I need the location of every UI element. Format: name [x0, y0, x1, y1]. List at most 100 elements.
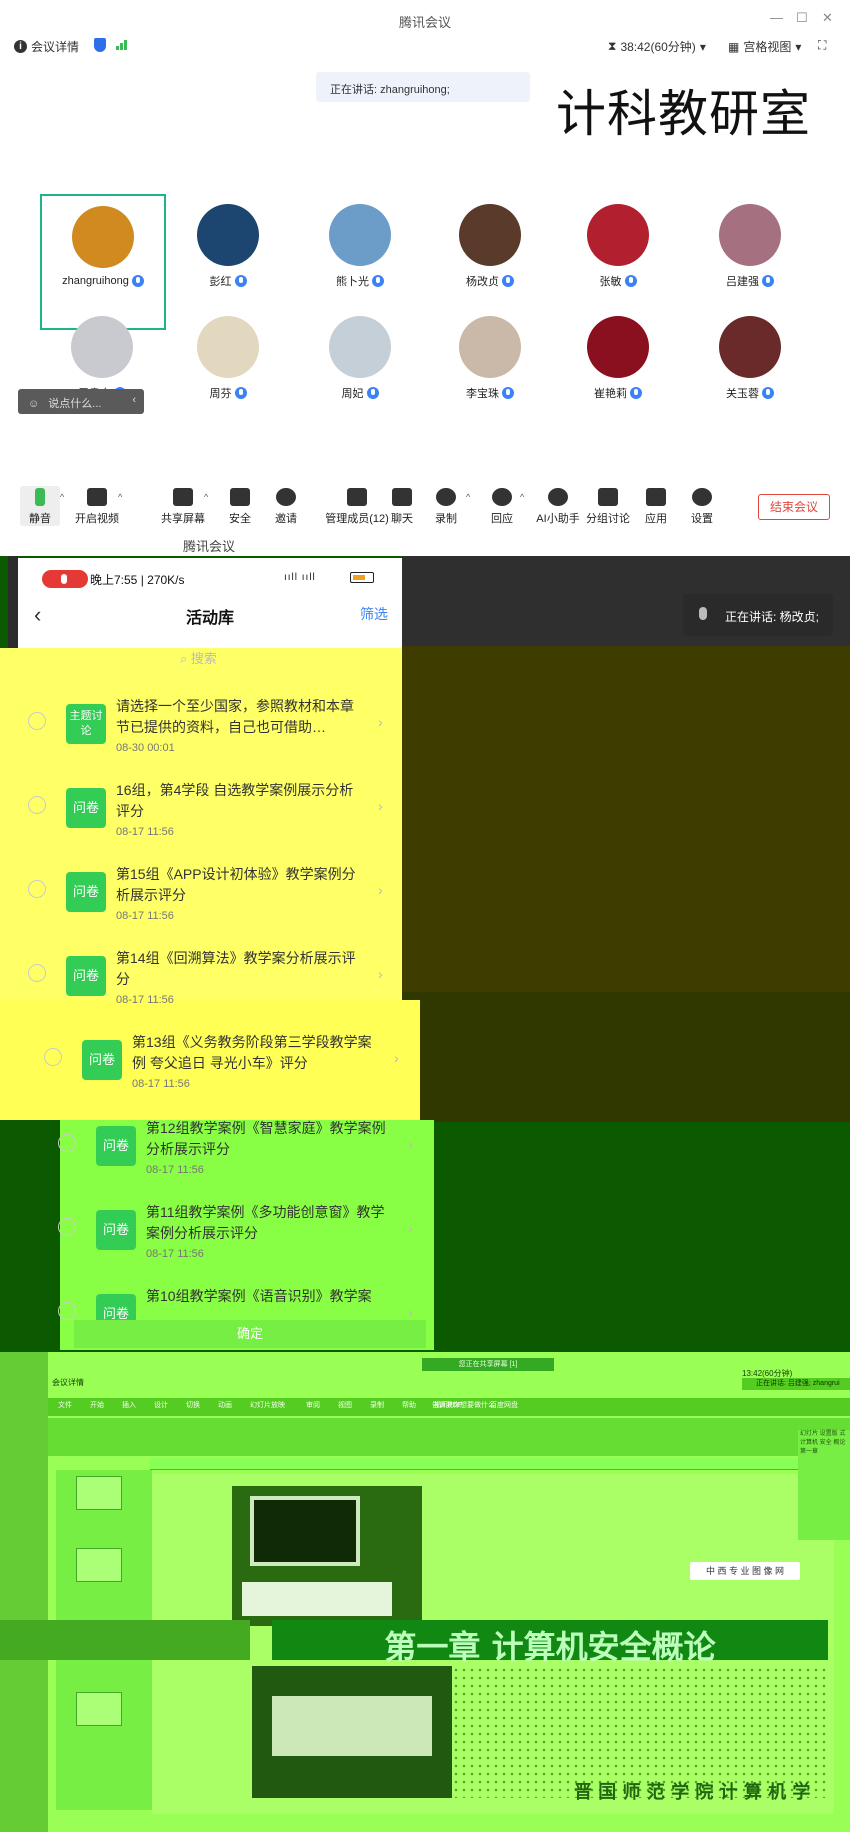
- ppt-tab[interactable]: 动画: [218, 1400, 232, 1410]
- microphone-icon: [372, 275, 384, 287]
- activity-item[interactable]: 问卷 16组，第4学段 自选教学案例展示分析评分 08-17 11:56 ›: [28, 780, 400, 846]
- chevron-up-icon[interactable]: ^: [204, 492, 208, 502]
- ppt-tab[interactable]: 设计: [154, 1400, 168, 1410]
- emoji-icon: [492, 488, 512, 506]
- activity-title: 第14组《回溯算法》教学案分析展示评分: [116, 950, 356, 987]
- activity-type-badge: 问卷: [66, 956, 106, 996]
- fullscreen-button[interactable]: ⛶: [818, 38, 826, 53]
- chevron-up-icon[interactable]: ^: [118, 492, 122, 502]
- ppt-tab[interactable]: 文件: [58, 1400, 72, 1410]
- computer-photo: [232, 1486, 422, 1626]
- phone-search-input[interactable]: ⌕ 搜索: [180, 648, 217, 667]
- shield-icon: [94, 38, 106, 52]
- render-artifact: [0, 1352, 48, 1832]
- participant-tile[interactable]: 杨改贞: [430, 204, 550, 289]
- activity-item[interactable]: 问卷 第11组教学案例《多功能创意窗》教学案例分析展示评分 08-17 11:56 ›: [58, 1202, 430, 1268]
- breakout-button[interactable]: 分组讨论: [586, 486, 630, 526]
- collapse-chevron-icon[interactable]: ‹: [132, 394, 136, 406]
- chat-input[interactable]: ☺ 说点什么... ‹: [18, 389, 144, 414]
- select-radio[interactable]: [28, 880, 46, 898]
- campus-photo: [252, 1666, 452, 1798]
- participant-tile[interactable]: 崔艳莉: [558, 316, 678, 401]
- meeting-info-label: 会议详情: [31, 40, 80, 54]
- participant-tile[interactable]: 彭红: [168, 204, 288, 289]
- slide-thumbnail[interactable]: [76, 1476, 122, 1510]
- select-radio[interactable]: [28, 964, 46, 982]
- participant-name-row: 吕建强: [690, 273, 810, 289]
- view-mode-dropdown[interactable]: ▦ 宫格视图 ▾: [728, 38, 801, 55]
- participant-tile[interactable]: 李宝珠: [430, 316, 550, 401]
- network-status[interactable]: [116, 38, 127, 50]
- phone-signal-icon: ııll ııll: [284, 572, 316, 583]
- ppt-tab[interactable]: 幻灯片放映: [250, 1400, 285, 1410]
- window-title: 腾讯会议: [398, 15, 451, 30]
- ppt-search-hint[interactable]: 告诉我你想要做什么: [432, 1400, 495, 1410]
- avatar: [71, 316, 133, 378]
- activity-item[interactable]: 问卷 第14组《回溯算法》教学案分析展示评分 08-17 11:56 ›: [28, 948, 400, 1014]
- apps-button[interactable]: 应用: [640, 486, 672, 526]
- ppt-tab[interactable]: 审阅: [306, 1400, 320, 1410]
- select-radio[interactable]: [58, 1218, 76, 1236]
- participant-tile[interactable]: zhangruihong: [40, 194, 166, 330]
- chevron-up-icon[interactable]: ^: [466, 492, 470, 502]
- ai-assistant-button[interactable]: AI小助手: [536, 486, 580, 526]
- video-button[interactable]: 开启视频: [72, 486, 122, 526]
- mute-button[interactable]: 静音: [20, 486, 60, 526]
- select-radio[interactable]: [58, 1302, 76, 1320]
- meeting-timer[interactable]: ⧗ 38:42(60分钟) ▾: [608, 38, 706, 55]
- maximize-icon[interactable]: ☐: [796, 10, 808, 26]
- ppt-tab[interactable]: 开始: [90, 1400, 104, 1410]
- right-speaking-indicator: 正在讲话: 杨改贞;: [683, 594, 833, 636]
- meeting-info-button[interactable]: i 会议详情: [14, 38, 79, 55]
- chevron-up-icon[interactable]: ^: [60, 492, 64, 502]
- participant-name: 周妃: [341, 388, 364, 400]
- participant-tile[interactable]: 张敏: [558, 204, 678, 289]
- participant-tile[interactable]: 周芬: [168, 316, 288, 401]
- ppt-tab[interactable]: 插入: [122, 1400, 136, 1410]
- invite-button[interactable]: 邀请: [268, 486, 304, 526]
- ppt-tab[interactable]: 视图: [338, 1400, 352, 1410]
- activity-type-badge: 问卷: [96, 1126, 136, 1166]
- select-radio[interactable]: [28, 712, 46, 730]
- react-button[interactable]: 回应: [484, 486, 520, 526]
- ppt-tab[interactable]: 帮助: [402, 1400, 416, 1410]
- ppt-tab[interactable]: 切换: [186, 1400, 200, 1410]
- slide-thumbnail[interactable]: [76, 1548, 122, 1582]
- confirm-button[interactable]: 确定: [74, 1320, 426, 1348]
- security-button[interactable]: 安全: [222, 486, 258, 526]
- select-radio[interactable]: [44, 1048, 62, 1066]
- select-radio[interactable]: [58, 1134, 76, 1152]
- activity-item[interactable]: 主题讨论 请选择一个至少国家，参照教材和本章节已提供的资料，自己也可借助… 08-3…: [28, 696, 400, 762]
- activity-item[interactable]: 问卷 第15组《APP设计初体验》教学案例分析展示评分 08-17 11:56 ›: [28, 864, 400, 930]
- close-icon[interactable]: ✕: [822, 10, 833, 26]
- recording-indicator-icon: [42, 570, 88, 588]
- slide-thumbnail[interactable]: [76, 1692, 122, 1726]
- participant-tile[interactable]: 周妃: [300, 316, 420, 401]
- chat-placeholder: 说点什么...: [48, 398, 102, 410]
- filter-button[interactable]: 筛选: [360, 604, 388, 624]
- microphone-icon: [366, 387, 379, 399]
- activity-item[interactable]: 问卷 第12组教学案例《智慧家庭》教学案例分析展示评分 08-17 11:56 ›: [58, 1118, 430, 1184]
- share-screen-button[interactable]: 共享屏幕: [158, 486, 208, 526]
- right-speaking-text: 正在讲话: 杨改贞;: [725, 610, 820, 624]
- participant-tile[interactable]: 关玉蓉: [690, 316, 810, 401]
- activity-type-badge: 主题讨论: [66, 704, 106, 744]
- phone-page-title: 活动库: [185, 610, 234, 627]
- select-radio[interactable]: [28, 796, 46, 814]
- chevron-right-icon: ›: [378, 966, 383, 982]
- microphone-icon: [630, 387, 642, 399]
- activity-item[interactable]: 问卷 第13组《义务教务阶段第三学段教学案例 夸父追日 寻光小车》评分 08-17 …: [44, 1032, 416, 1098]
- chevron-up-icon[interactable]: ^: [520, 492, 524, 502]
- record-button[interactable]: 录制: [428, 486, 464, 526]
- minimize-icon[interactable]: —: [770, 10, 783, 25]
- emoji-icon[interactable]: ☺: [28, 398, 39, 410]
- end-meeting-button[interactable]: 结束会议: [758, 494, 830, 520]
- security-status[interactable]: [94, 38, 106, 52]
- render-artifact: [0, 1620, 250, 1660]
- settings-button[interactable]: 设置: [686, 486, 718, 526]
- ppt-tab[interactable]: 录制: [370, 1400, 384, 1410]
- participant-tile[interactable]: 吕建强: [690, 204, 810, 289]
- chat-button[interactable]: 聊天: [384, 486, 420, 526]
- participant-name: 关玉蓉: [726, 388, 759, 400]
- participant-tile[interactable]: 熊卜光: [300, 204, 420, 289]
